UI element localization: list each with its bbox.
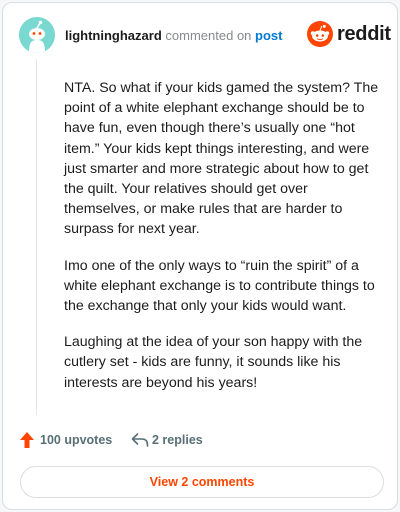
reddit-logo[interactable]: reddit [307,21,391,49]
comment-body: NTA. So what if your kids gamed the syst… [64,78,382,409]
reddit-snoo-icon [307,21,333,47]
author-username[interactable]: lightninghazard [65,28,162,43]
view-comments-button[interactable]: View 2 comments [20,466,384,498]
comment-paragraph: Imo one of the only ways to “ruin the sp… [64,257,375,315]
reply-arrow-icon[interactable] [131,432,149,448]
snoo-avatar-icon [19,17,55,53]
post-link[interactable]: post [255,28,282,43]
reddit-wordmark: reddit [337,23,391,45]
comment-actions: 100 upvotes 2 replies [19,429,381,451]
thread-line[interactable] [36,59,37,415]
comment-paragraph: Laughing at the idea of your son happy w… [64,334,363,391]
comment-paragraph: NTA. So what if your kids gamed the syst… [64,80,379,238]
view-comments-label: View 2 comments [149,475,255,489]
user-avatar[interactable] [19,17,55,53]
comment-card: lightninghazard commented on post reddit… [2,2,398,510]
author-line: lightninghazard commented on post [65,28,282,43]
reply-count[interactable]: 2 replies [152,433,203,447]
upvote-arrow-icon[interactable] [19,431,35,449]
upvote-count: 100 upvotes [40,433,113,447]
comment-header: lightninghazard commented on post reddit [19,17,391,53]
commented-on-text: commented on [165,28,252,43]
